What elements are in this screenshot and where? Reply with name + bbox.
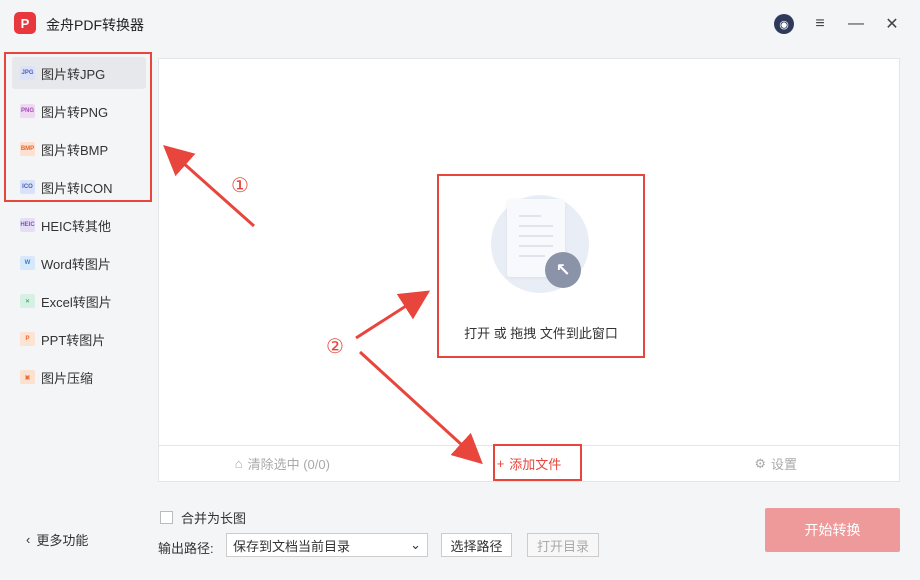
output-path-value: 保存到文档当前目录	[233, 538, 351, 554]
start-convert-button[interactable]: 开始转换	[765, 508, 900, 552]
merge-long-image-option[interactable]: 合并为长图	[160, 508, 246, 527]
annotation-arrows	[163, 145, 483, 465]
output-path-select[interactable]: 保存到文档当前目录 ⌄	[226, 533, 428, 557]
chevron-down-icon: ⌄	[410, 537, 421, 552]
arrow-to-dropzone	[355, 290, 431, 340]
merge-checkbox[interactable]	[160, 511, 173, 524]
merge-label: 合并为长图	[181, 511, 247, 526]
choose-path-button[interactable]: 选择路径	[441, 533, 512, 557]
marker-two: ②	[326, 336, 344, 358]
open-directory-button[interactable]: 打开目录	[527, 533, 599, 557]
output-path-label: 输出路径:	[158, 541, 214, 556]
arrow-to-add-file	[358, 350, 483, 465]
marker-one: ①	[231, 175, 249, 197]
